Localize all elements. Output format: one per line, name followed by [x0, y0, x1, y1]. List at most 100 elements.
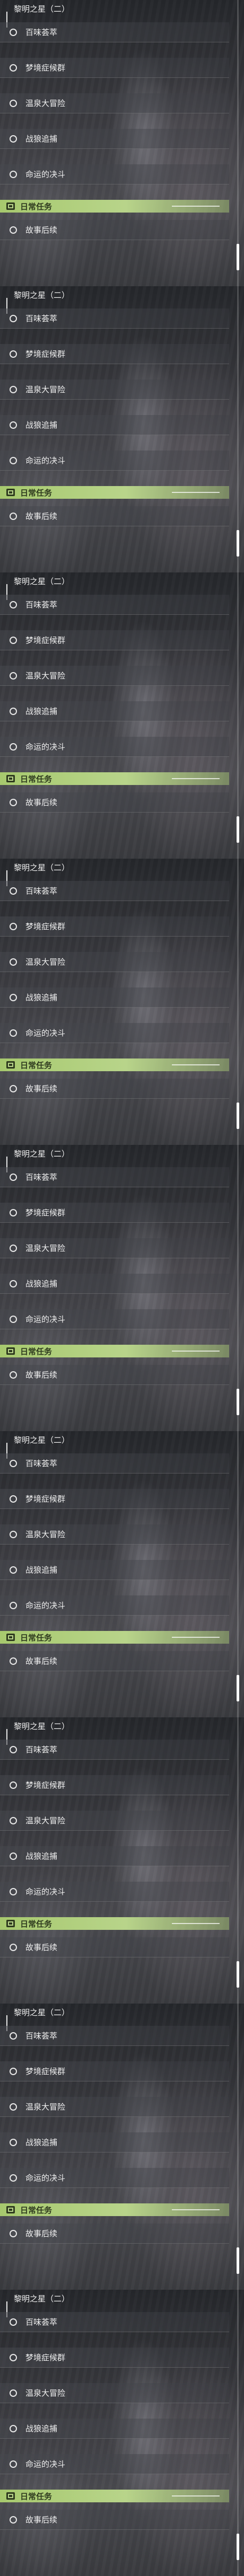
daily-task-tab[interactable]: 日常任务 [0, 1058, 229, 1071]
quest-item[interactable]: 战狼追捕 [0, 415, 229, 435]
quest-item[interactable]: 百味荟萃 [0, 1453, 229, 1474]
quest-chapter-header[interactable]: 黎明之星（二） [0, 288, 229, 314]
quest-item-label: 百味荟萃 [25, 1172, 58, 1182]
scrollbar-thumb[interactable] [237, 816, 239, 843]
scrollbar-track[interactable] [237, 1717, 239, 2004]
scrollbar-thumb[interactable] [237, 530, 239, 557]
quest-item[interactable]: 命运的决斗 [0, 1882, 229, 1902]
quest-item[interactable]: 梦境症候群 [0, 2061, 229, 2081]
circle-icon [10, 1244, 17, 1252]
quest-item[interactable]: 命运的决斗 [0, 2454, 229, 2474]
scrollbar-track[interactable] [237, 1145, 239, 1431]
quest-item[interactable]: 梦境症候群 [0, 1203, 229, 1223]
circle-icon [10, 2460, 17, 2468]
quest-item[interactable]: 温泉大冒险 [0, 2383, 229, 2403]
quest-item[interactable]: 温泉大冒险 [0, 952, 229, 972]
daily-task-tab[interactable]: 日常任务 [0, 200, 229, 213]
scrollbar-track[interactable] [237, 859, 239, 1145]
quest-item[interactable]: 百味荟萃 [0, 595, 229, 615]
quest-item-followup[interactable]: 故事后续 [0, 792, 229, 813]
quest-item[interactable]: 命运的决斗 [0, 737, 229, 757]
quest-item-label: 战狼追捕 [25, 2138, 58, 2147]
quest-item[interactable]: 百味荟萃 [0, 881, 229, 901]
quest-item-followup[interactable]: 故事后续 [0, 220, 229, 240]
quest-item[interactable]: 温泉大冒险 [0, 1524, 229, 1545]
quest-item[interactable]: 梦境症候群 [0, 344, 229, 364]
quest-item[interactable]: 梦境症候群 [0, 58, 229, 78]
quest-item[interactable]: 命运的决斗 [0, 1309, 229, 1329]
quest-item[interactable]: 战狼追捕 [0, 701, 229, 721]
quest-item-followup[interactable]: 故事后续 [0, 1937, 229, 1957]
quest-item[interactable]: 温泉大冒险 [0, 2097, 229, 2117]
quest-item-followup[interactable]: 故事后续 [0, 506, 229, 526]
daily-task-tab[interactable]: 日常任务 [0, 772, 229, 785]
quest-item[interactable]: 梦境症候群 [0, 630, 229, 650]
circle-icon [10, 1601, 17, 1609]
quest-item[interactable]: 百味荟萃 [0, 1167, 229, 1187]
daily-task-tab[interactable]: 日常任务 [0, 1345, 229, 1357]
quest-item[interactable]: 命运的决斗 [0, 2168, 229, 2188]
scrollbar-track[interactable] [237, 286, 239, 572]
quest-item[interactable]: 战狼追捕 [0, 1560, 229, 1580]
quest-chapter-header[interactable]: 黎明之星（二） [0, 2006, 229, 2031]
quest-chapter-header[interactable]: 黎明之星（二） [0, 861, 229, 886]
scrollbar-track[interactable] [237, 0, 239, 286]
quest-item[interactable]: 百味荟萃 [0, 308, 229, 329]
daily-task-icon [6, 202, 15, 210]
quest-chapter-header[interactable]: 黎明之星（二） [0, 1147, 229, 1172]
daily-task-tab[interactable]: 日常任务 [0, 1917, 229, 1930]
daily-task-divider [172, 1064, 220, 1065]
quest-item[interactable]: 战狼追捕 [0, 2132, 229, 2152]
quest-item[interactable]: 命运的决斗 [0, 1023, 229, 1043]
quest-item[interactable]: 命运的决斗 [0, 451, 229, 471]
quest-item[interactable]: 梦境症候群 [0, 1775, 229, 1795]
quest-item[interactable]: 温泉大冒险 [0, 380, 229, 400]
scrollbar-thumb[interactable] [237, 244, 239, 270]
quest-chapter-header[interactable]: 黎明之星（二） [0, 1719, 229, 1745]
quest-item[interactable]: 战狼追捕 [0, 129, 229, 149]
circle-icon [10, 170, 17, 178]
scrollbar-thumb[interactable] [237, 1102, 239, 1129]
quest-item[interactable]: 温泉大冒险 [0, 1811, 229, 1831]
quest-item-followup[interactable]: 故事后续 [0, 2510, 229, 2530]
quest-item[interactable]: 百味荟萃 [0, 22, 229, 42]
quest-item-followup[interactable]: 故事后续 [0, 1365, 229, 1385]
quest-chapter-header[interactable]: 黎明之星（二） [0, 2292, 229, 2317]
scrollbar-thumb[interactable] [237, 2247, 239, 2274]
scrollbar-track[interactable] [237, 572, 239, 859]
quest-item[interactable]: 战狼追捕 [0, 1846, 229, 1866]
quest-item[interactable]: 温泉大冒险 [0, 93, 229, 113]
daily-task-tab[interactable]: 日常任务 [0, 2203, 229, 2216]
quest-item[interactable]: 梦境症候群 [0, 916, 229, 937]
daily-task-tab[interactable]: 日常任务 [0, 486, 229, 499]
quest-item[interactable]: 命运的决斗 [0, 1595, 229, 1616]
circle-icon [10, 922, 17, 930]
scrollbar-track[interactable] [237, 1431, 239, 1717]
quest-item[interactable]: 百味荟萃 [0, 2312, 229, 2332]
quest-item[interactable]: 温泉大冒险 [0, 1238, 229, 1258]
scrollbar-thumb[interactable] [237, 1389, 239, 1415]
scrollbar-thumb[interactable] [237, 1675, 239, 1701]
daily-task-tab[interactable]: 日常任务 [0, 2490, 229, 2502]
quest-item[interactable]: 命运的决斗 [0, 164, 229, 184]
scrollbar-thumb[interactable] [237, 1961, 239, 1988]
scrollbar-track[interactable] [237, 2004, 239, 2290]
scrollbar-thumb[interactable] [237, 2534, 239, 2560]
quest-item[interactable]: 温泉大冒险 [0, 666, 229, 686]
quest-item[interactable]: 战狼追捕 [0, 987, 229, 1008]
quest-item[interactable]: 战狼追捕 [0, 1274, 229, 1294]
quest-item[interactable]: 梦境症候群 [0, 2348, 229, 2368]
quest-item[interactable]: 百味荟萃 [0, 1740, 229, 1760]
quest-chapter-header[interactable]: 黎明之星（二） [0, 1433, 229, 1459]
quest-item[interactable]: 百味荟萃 [0, 2026, 229, 2046]
quest-item-followup[interactable]: 故事后续 [0, 1651, 229, 1671]
quest-chapter-header[interactable]: 黎明之星（二） [0, 575, 229, 600]
scrollbar-track[interactable] [237, 2290, 239, 2576]
quest-item[interactable]: 战狼追捕 [0, 2419, 229, 2439]
quest-chapter-header[interactable]: 黎明之星（二） [0, 2, 229, 28]
quest-item-followup[interactable]: 故事后续 [0, 1079, 229, 1099]
daily-task-tab[interactable]: 日常任务 [0, 1631, 229, 1644]
circle-icon [10, 1315, 17, 1323]
quest-item-followup[interactable]: 故事后续 [0, 2224, 229, 2244]
quest-item[interactable]: 梦境症候群 [0, 1489, 229, 1509]
